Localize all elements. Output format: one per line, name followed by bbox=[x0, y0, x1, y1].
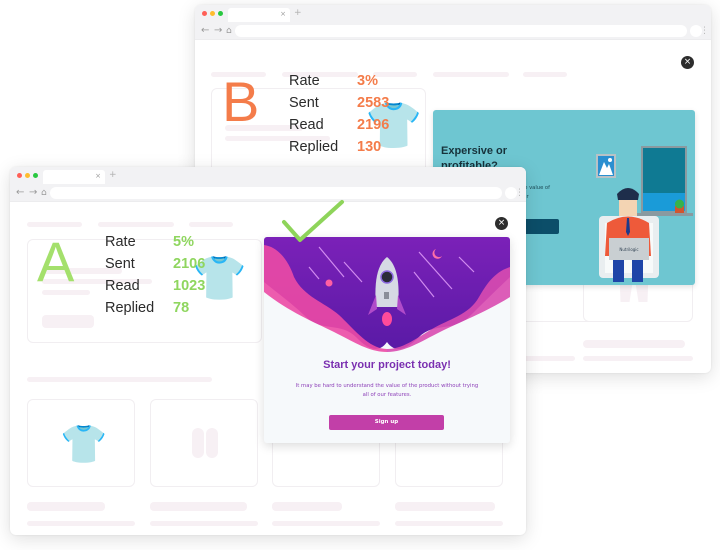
stat-row-replied: Replied 130 bbox=[289, 139, 382, 155]
new-tab-button[interactable]: + bbox=[294, 8, 302, 18]
menu-icon[interactable]: ⋮ bbox=[700, 24, 709, 38]
back-icon[interactable]: ← bbox=[16, 187, 24, 199]
popup-close-button[interactable]: × bbox=[681, 56, 694, 69]
skeleton-nav bbox=[433, 72, 509, 77]
window-icon bbox=[637, 146, 693, 216]
tshirt-icon: 👕 bbox=[60, 422, 108, 466]
picture-frame-icon bbox=[596, 154, 616, 178]
tab-close-icon[interactable]: × bbox=[280, 10, 286, 19]
new-tab-button[interactable]: + bbox=[109, 170, 117, 180]
minimize-window-button[interactable] bbox=[25, 173, 30, 178]
skeleton-line bbox=[395, 521, 503, 526]
shoe-icon bbox=[192, 428, 204, 458]
planet-icon bbox=[325, 279, 333, 287]
home-icon[interactable]: ⌂ bbox=[41, 187, 47, 199]
variant-b-label: B bbox=[222, 70, 260, 133]
skeleton-line bbox=[150, 521, 258, 526]
checkmark-icon bbox=[282, 200, 344, 242]
skeleton-line bbox=[27, 502, 105, 511]
popup-text: It may be hard to understand the value o… bbox=[295, 383, 479, 398]
shoe-icon bbox=[206, 428, 218, 458]
skeleton-line bbox=[272, 502, 342, 511]
popup-a: Start your project today! It may be hard… bbox=[264, 237, 510, 443]
stat-row-rate: Rate 3% bbox=[289, 73, 378, 89]
address-bar[interactable] bbox=[50, 187, 502, 199]
variant-a-stats: Rate 5% Sent 2106 Read 1023 Replied 78 bbox=[105, 231, 205, 319]
skeleton-line bbox=[272, 521, 380, 526]
home-icon[interactable]: ⌂ bbox=[226, 25, 232, 37]
forward-icon[interactable]: → bbox=[29, 187, 37, 199]
browser-window-a: × + ← → ⌂ ⋮ 👕 👕 A Rate 5% Sent 2106 Read… bbox=[10, 167, 526, 535]
browser-tab[interactable]: × bbox=[228, 8, 290, 22]
popup-title: Start your project today! bbox=[323, 359, 451, 371]
nav-bar: ← → ⌂ ⋮ bbox=[195, 22, 711, 40]
skeleton-nav bbox=[27, 222, 82, 227]
tab-close-icon[interactable]: × bbox=[95, 172, 101, 181]
nav-bar: ← → ⌂ ⋮ bbox=[10, 184, 526, 202]
close-window-button[interactable] bbox=[202, 11, 207, 16]
tab-bar: × + bbox=[10, 167, 526, 184]
window-controls bbox=[202, 11, 223, 16]
skeleton-button bbox=[42, 315, 94, 328]
stat-row-sent: Sent 2106 bbox=[105, 256, 206, 272]
forward-icon[interactable]: → bbox=[214, 25, 222, 37]
tab-bar: × + bbox=[195, 5, 711, 22]
skeleton-line bbox=[27, 521, 135, 526]
stat-row-sent: Sent 2583 bbox=[289, 95, 390, 111]
back-icon[interactable]: ← bbox=[201, 25, 209, 37]
close-window-button[interactable] bbox=[17, 173, 22, 178]
skeleton-line bbox=[583, 340, 685, 348]
skeleton-line bbox=[395, 502, 495, 511]
skeleton-line bbox=[583, 356, 693, 361]
menu-icon[interactable]: ⋮ bbox=[515, 186, 524, 200]
window-controls bbox=[17, 173, 38, 178]
skeleton-nav bbox=[189, 222, 233, 227]
popup-close-button[interactable]: × bbox=[495, 217, 508, 230]
variant-a-label: A bbox=[37, 230, 75, 293]
minimize-window-button[interactable] bbox=[210, 11, 215, 16]
page-content: 👕 👕 A Rate 5% Sent 2106 Read 1023 Replied 78… bbox=[10, 202, 526, 535]
browser-tab[interactable]: × bbox=[43, 170, 105, 184]
skeleton-heading bbox=[27, 377, 212, 382]
office-illustration: Nutrilogic bbox=[596, 146, 693, 282]
skeleton-nav bbox=[98, 222, 174, 227]
address-bar[interactable] bbox=[235, 25, 687, 37]
stat-row-read: Read 1023 bbox=[105, 278, 206, 294]
laptop-brand: Nutrilogic bbox=[619, 247, 638, 252]
stat-row-replied: Replied 78 bbox=[105, 300, 190, 316]
stat-row-read: Read 2196 bbox=[289, 117, 390, 133]
variant-b-stats: Rate 3% Sent 2583 Read 2196 Replied 130 bbox=[289, 70, 389, 158]
sign-up-button[interactable]: Sign up bbox=[329, 415, 444, 430]
product-card bbox=[150, 399, 258, 487]
stat-row-rate: Rate 5% bbox=[105, 234, 194, 250]
maximize-window-button[interactable] bbox=[218, 11, 223, 16]
rocket-illustration bbox=[264, 237, 510, 352]
maximize-window-button[interactable] bbox=[33, 173, 38, 178]
skeleton-nav bbox=[523, 72, 567, 77]
skeleton-line bbox=[150, 502, 247, 511]
